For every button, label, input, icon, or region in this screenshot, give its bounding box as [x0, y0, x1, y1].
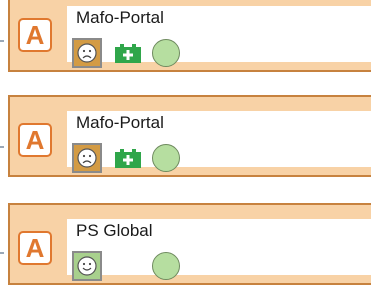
sad-face-icon[interactable] — [72, 38, 102, 68]
battery-icon — [114, 44, 142, 69]
app-logo-icon: A — [18, 18, 52, 52]
green-circle-icon — [152, 39, 180, 67]
tree-connector — [0, 252, 4, 254]
green-circle-icon — [152, 252, 180, 280]
app-title: Mafo-Portal — [76, 113, 164, 132]
battery-icon — [114, 149, 142, 174]
app-title: Mafo-Portal — [76, 8, 164, 27]
sad-face-icon[interactable] — [72, 143, 102, 173]
app-title: PS Global — [76, 221, 153, 240]
app-card[interactable]: A Mafo-Portal — [8, 95, 371, 177]
green-circle-icon — [152, 144, 180, 172]
app-card[interactable]: A PS Global — [8, 203, 371, 285]
tree-connector — [0, 40, 4, 42]
app-logo-icon: A — [18, 123, 52, 157]
app-card[interactable]: A Mafo-Portal — [8, 0, 371, 72]
tree-connector — [0, 146, 4, 148]
app-logo-icon: A — [18, 231, 52, 265]
